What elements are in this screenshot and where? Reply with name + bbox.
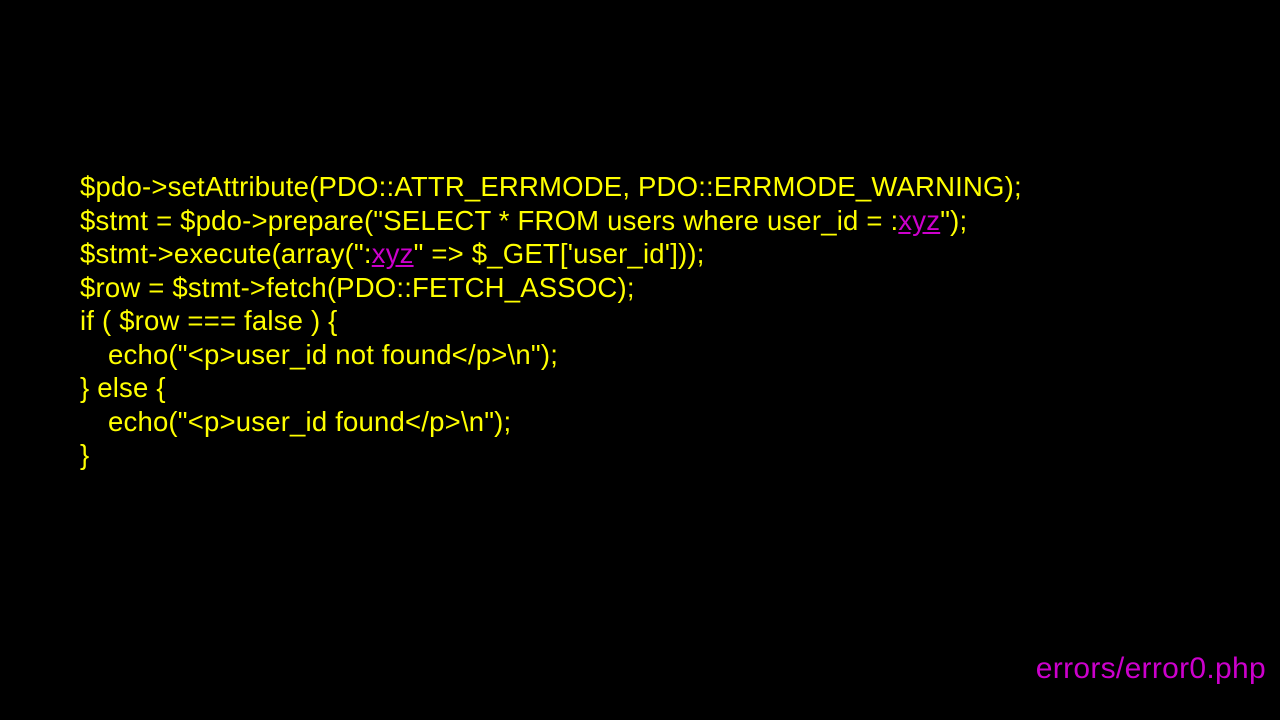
code-line: echo("<p>user_id not found</p>\n"); xyxy=(80,338,1022,372)
code-text: " => $_GET['user_id'])); xyxy=(414,238,705,269)
code-text: echo("<p>user_id not found</p>\n"); xyxy=(108,339,558,370)
code-line: echo("<p>user_id found</p>\n"); xyxy=(80,405,1022,439)
code-line: $stmt = $pdo->prepare("SELECT * FROM use… xyxy=(80,204,1022,238)
code-block: $pdo->setAttribute(PDO::ATTR_ERRMODE, PD… xyxy=(80,170,1022,472)
code-text: $stmt->execute(array(": xyxy=(80,238,372,269)
code-line: } else { xyxy=(80,371,1022,405)
code-text: echo("<p>user_id found</p>\n"); xyxy=(108,406,511,437)
code-line: $stmt->execute(array(":xyz" => $_GET['us… xyxy=(80,237,1022,271)
filename-footer: errors/error0.php xyxy=(1036,652,1266,686)
code-text: "); xyxy=(940,205,967,236)
placeholder-text: xyz xyxy=(898,205,940,236)
code-line: $row = $stmt->fetch(PDO::FETCH_ASSOC); xyxy=(80,271,1022,305)
code-line: if ( $row === false ) { xyxy=(80,304,1022,338)
code-text: $stmt = $pdo->prepare("SELECT * FROM use… xyxy=(80,205,898,236)
placeholder-text: xyz xyxy=(372,238,414,269)
code-line: $pdo->setAttribute(PDO::ATTR_ERRMODE, PD… xyxy=(80,170,1022,204)
code-line: } xyxy=(80,438,1022,472)
